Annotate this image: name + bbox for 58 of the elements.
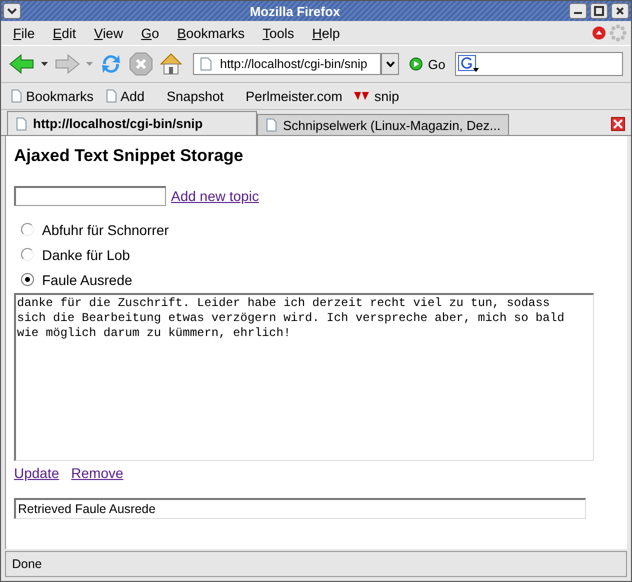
menu-item[interactable]: Bookmarks <box>168 26 254 40</box>
page-icon <box>200 57 212 71</box>
bookmark-item[interactable]: Add <box>106 88 145 104</box>
search-engine-icon <box>458 55 480 73</box>
snippet-text-area[interactable]: danke für die Zuschrift. Leider habe ich derzeit recht viel zu tun, sodass sich die Bearbeitung etwas verzögern wird. Ich verspreche aber, mich so bald wie möglich darum zu kümmern, ehrlich! <box>14 293 594 461</box>
menu-item[interactable]: Go <box>132 26 168 40</box>
bookmark-item[interactable]: Perlmeister.com <box>236 88 342 104</box>
topic-label[interactable]: Danke für Lob <box>42 246 130 262</box>
address-bar[interactable]: http://localhost/cgi-bin/snip <box>193 53 381 75</box>
minimize-button[interactable] <box>569 3 587 19</box>
page-icon <box>106 89 117 103</box>
message-field[interactable]: Retrieved Faule Ausrede <box>14 498 586 519</box>
page-icon <box>266 118 277 132</box>
back-arrow-icon[interactable] <box>9 53 35 75</box>
maximize-button[interactable] <box>590 3 608 19</box>
topic-input-field[interactable] <box>14 186 166 206</box>
chevron-down-icon <box>386 61 394 67</box>
menu-item[interactable]: Tools <box>254 26 304 40</box>
action-link[interactable]: Update <box>14 465 60 481</box>
dropdown-button[interactable] <box>381 53 399 75</box>
play-icon <box>409 57 423 71</box>
maximize-icon <box>594 6 604 16</box>
close-icon <box>613 119 623 129</box>
throbber-icon <box>609 24 627 42</box>
site-icon <box>354 91 370 101</box>
close-button[interactable] <box>611 3 629 19</box>
page-icon <box>11 89 22 103</box>
action-link[interactable]: Remove <box>71 465 124 481</box>
add-topic-link[interactable]: Add new topic <box>171 188 259 204</box>
tab[interactable]: http://localhost/cgi-bin/snip <box>7 111 257 135</box>
url-text: http://localhost/cgi-bin/snip <box>220 57 368 71</box>
menu-item[interactable]: Edit <box>44 26 86 40</box>
topic-label[interactable]: Faule Ausrede <box>42 272 132 288</box>
close-tab-button[interactable] <box>611 117 625 131</box>
bookmark-item[interactable]: Bookmarks <box>11 88 94 104</box>
tab[interactable]: Schnipselwerk (Linux-Magazin, Dez... <box>257 114 510 135</box>
radio-button[interactable] <box>21 248 34 261</box>
bookmark-item[interactable]: Snapshot <box>156 88 224 104</box>
dropdown-icon[interactable] <box>41 62 48 66</box>
home-icon[interactable] <box>159 52 183 76</box>
chevron-down-icon <box>7 7 17 15</box>
window-menu-button[interactable] <box>3 3 21 19</box>
stop-icon[interactable] <box>129 52 153 76</box>
search-field[interactable] <box>455 52 623 76</box>
radio-button[interactable] <box>21 223 34 236</box>
go-button[interactable]: Go <box>405 56 450 72</box>
radio-button[interactable] <box>21 273 34 286</box>
status-text: Done <box>12 557 42 571</box>
page-icon <box>16 116 27 130</box>
alert-icon <box>592 26 606 40</box>
topic-label[interactable]: Abfuhr für Schnorrer <box>42 222 169 238</box>
menu-item[interactable]: File <box>5 26 44 40</box>
window-title: Mozilla Firefox <box>248 4 342 18</box>
menu-item[interactable]: View <box>85 26 132 40</box>
menu-item[interactable]: Help <box>303 26 349 40</box>
close-icon <box>615 6 625 16</box>
page-heading: Ajaxed Text Snippet Storage <box>14 146 244 166</box>
bookmark-item[interactable]: snip <box>354 88 400 104</box>
